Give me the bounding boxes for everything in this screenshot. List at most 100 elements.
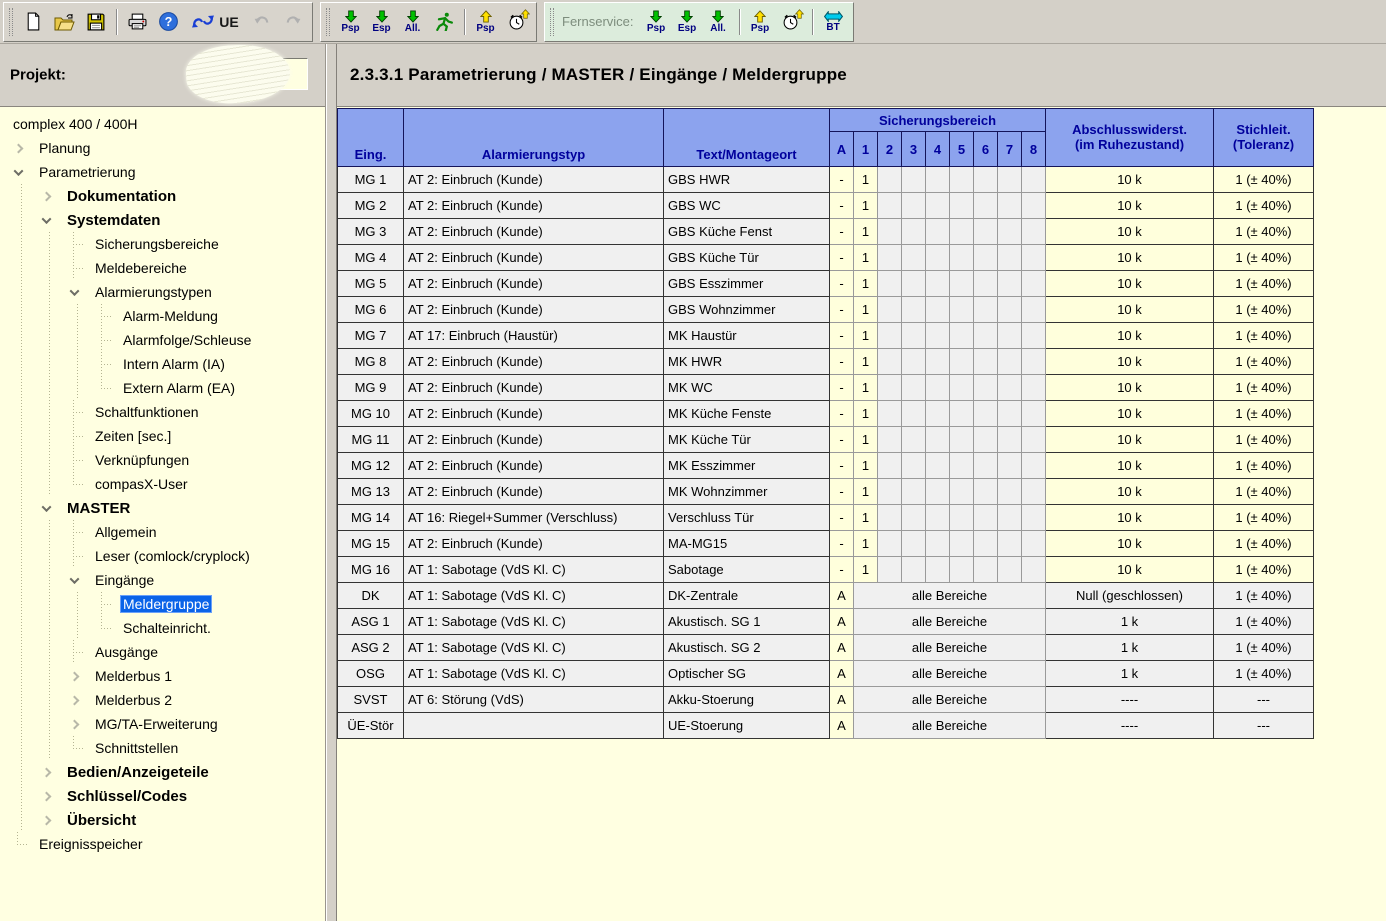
tree-item-label[interactable]: Alarm-Meldung [120,307,221,325]
cell-abschlusswiderstand[interactable]: 10 k [1046,531,1214,557]
cell-montageort[interactable]: MK Esszimmer [664,453,830,479]
new-file-button[interactable] [18,3,49,41]
cell-area-1[interactable]: 1 [854,219,878,245]
open-file-button[interactable] [49,3,80,41]
cell-abschlusswiderstand[interactable]: 10 k [1046,323,1214,349]
chevron-right-icon[interactable] [42,191,52,201]
tree-item-label[interactable]: Extern Alarm (EA) [120,379,238,397]
tree-item-schaltfunktionen[interactable]: Schaltfunktionen [0,400,325,424]
cell-stichleitung[interactable]: 1 (± 40%) [1214,271,1314,297]
cell-area-a[interactable]: A [830,635,854,661]
cell-stichleitung[interactable]: 1 (± 40%) [1214,193,1314,219]
chevron-down-icon[interactable] [70,286,80,296]
tree-item-label[interactable]: Meldergruppe [120,595,212,613]
cell-area-a[interactable]: - [830,271,854,297]
tree-item-melderbus-2[interactable]: Melderbus 2 [0,688,325,712]
tree-item-ereignisspeicher[interactable]: Ereignisspeicher [0,832,325,856]
cell-area-1[interactable]: 1 [854,349,878,375]
cell-area-1[interactable]: 1 [854,427,878,453]
cell-montageort[interactable]: MK Haustür [664,323,830,349]
fernservice-psp-upload-button[interactable]: Psp [745,3,776,41]
cell-alarmierungstyp[interactable]: AT 6: Störung (VdS) [404,687,664,713]
tree-item-label[interactable]: Melderbus 2 [92,691,175,709]
chevron-right-icon[interactable] [70,695,80,705]
cell-alarmierungstyp[interactable]: AT 1: Sabotage (VdS Kl. C) [404,609,664,635]
cell-alarmierungstyp[interactable]: AT 2: Einbruch (Kunde) [404,453,664,479]
save-button[interactable] [80,3,111,41]
cell-alarmierungstyp[interactable]: AT 2: Einbruch (Kunde) [404,427,664,453]
cell-stichleitung[interactable]: 1 (± 40%) [1214,479,1314,505]
tree-item-label[interactable]: Übersicht [64,811,139,830]
tree-item-mg-ta-erweiterung[interactable]: MG/TA-Erweiterung [0,712,325,736]
fernservice-esp-download-button[interactable]: Esp [672,3,703,41]
cell-montageort[interactable]: GBS Esszimmer [664,271,830,297]
cell-abschlusswiderstand[interactable]: 10 k [1046,375,1214,401]
cell-alarmierungstyp[interactable]: AT 1: Sabotage (VdS Kl. C) [404,635,664,661]
tree-item-label[interactable]: Eingänge [92,571,157,589]
cell-area-1[interactable]: 1 [854,167,878,193]
cell-montageort[interactable]: MK Küche Fenste [664,401,830,427]
tree-item-label[interactable]: Allgemein [92,523,159,541]
cell-stichleitung[interactable]: 1 (± 40%) [1214,349,1314,375]
cell-alarmierungstyp[interactable]: AT 1: Sabotage (VdS Kl. C) [404,557,664,583]
cell-area-1[interactable]: 1 [854,271,878,297]
tree-item-alarmierungstypen[interactable]: Alarmierungstypen [0,280,325,304]
cell-alarmierungstyp[interactable]: AT 2: Einbruch (Kunde) [404,193,664,219]
cell-area-a[interactable]: A [830,687,854,713]
cell-area-a[interactable]: - [830,427,854,453]
cell-abschlusswiderstand[interactable]: 10 k [1046,271,1214,297]
cell-montageort[interactable]: MK Wohnzimmer [664,479,830,505]
cell-montageort[interactable]: MK WC [664,375,830,401]
cell-montageort[interactable]: Akustisch. SG 1 [664,609,830,635]
cell-abschlusswiderstand[interactable]: 10 k [1046,349,1214,375]
cell-montageort[interactable]: Optischer SG [664,661,830,687]
cell-area-1[interactable]: 1 [854,401,878,427]
cell-abschlusswiderstand[interactable]: 10 k [1046,427,1214,453]
tree-item-label[interactable]: Leser (comlock/cryplock) [92,547,253,565]
chevron-right-icon[interactable] [42,815,52,825]
cell-area-a[interactable]: - [830,193,854,219]
bt-connection-button[interactable]: BT [818,3,849,41]
toolbar-drag-grip[interactable] [326,8,330,36]
chevron-right-icon[interactable] [14,143,24,153]
print-button[interactable] [122,3,153,41]
walk-test-button[interactable] [428,3,459,41]
cell-area-a[interactable]: A [830,661,854,687]
cell-montageort[interactable]: MK Küche Tür [664,427,830,453]
cell-stichleitung[interactable]: 1 (± 40%) [1214,453,1314,479]
cell-abschlusswiderstand[interactable]: 10 k [1046,167,1214,193]
cell-alarmierungstyp[interactable]: AT 2: Einbruch (Kunde) [404,297,664,323]
tree-item-label[interactable]: Schalteinricht. [120,619,214,637]
tree-item-dokumentation[interactable]: Dokumentation [0,184,325,208]
cell-area-1[interactable]: 1 [854,531,878,557]
cell-abschlusswiderstand[interactable]: 10 k [1046,219,1214,245]
cell-montageort[interactable]: GBS HWR [664,167,830,193]
cell-area-1[interactable]: 1 [854,505,878,531]
cell-stichleitung[interactable]: 1 (± 40%) [1214,219,1314,245]
tree-item-zeiten-sec[interactable]: Zeiten [sec.] [0,424,325,448]
cell-alarmierungstyp[interactable]: AT 2: Einbruch (Kunde) [404,219,664,245]
tree-item-label[interactable]: Zeiten [sec.] [92,427,174,445]
cell-abschlusswiderstand[interactable]: 10 k [1046,193,1214,219]
tree-item-label[interactable]: Verknüpfungen [92,451,192,469]
chevron-right-icon[interactable] [42,767,52,777]
tree-item-leser-comlock-cryplock[interactable]: Leser (comlock/cryplock) [0,544,325,568]
cell-area-a[interactable]: - [830,349,854,375]
cell-area-1[interactable]: 1 [854,323,878,349]
cell-stichleitung[interactable]: 1 (± 40%) [1214,505,1314,531]
tree-item-schnittstellen[interactable]: Schnittstellen [0,736,325,760]
tree-item-schalteinricht[interactable]: Schalteinricht. [0,616,325,640]
cell-alarmierungstyp[interactable]: AT 2: Einbruch (Kunde) [404,349,664,375]
cell-alarmierungstyp[interactable]: AT 17: Einbruch (Haustür) [404,323,664,349]
tree-item-bersicht[interactable]: Übersicht [0,808,325,832]
tree-item-complex-400-400h[interactable]: complex 400 / 400H [0,112,325,136]
tree-item-verkn-pfungen[interactable]: Verknüpfungen [0,448,325,472]
tree-item-schl-ssel-codes[interactable]: Schlüssel/Codes [0,784,325,808]
cell-area-a[interactable]: - [830,401,854,427]
tree-item-label[interactable]: MG/TA-Erweiterung [92,715,221,733]
cell-stichleitung[interactable]: 1 (± 40%) [1214,375,1314,401]
cell-area-a[interactable]: A [830,583,854,609]
cell-montageort[interactable]: DK-Zentrale [664,583,830,609]
clock-upload-button[interactable] [501,3,532,41]
cell-stichleitung[interactable]: 1 (± 40%) [1214,167,1314,193]
